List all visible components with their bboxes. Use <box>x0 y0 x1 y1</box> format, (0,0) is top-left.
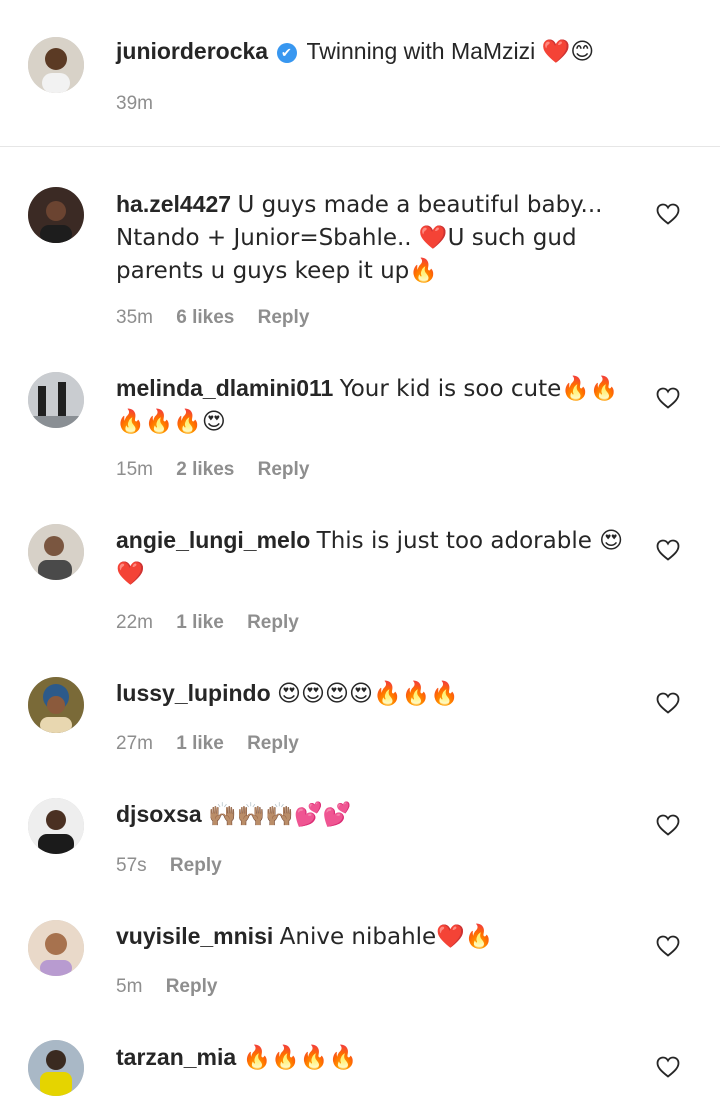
comment-meta: 22m 1 like Reply <box>116 612 317 634</box>
timestamp: 27m <box>116 733 153 754</box>
comment-meta: 35m 6 likes Reply <box>116 307 327 329</box>
avatar[interactable] <box>28 798 84 854</box>
avatar[interactable] <box>28 372 84 428</box>
comment-body: 🔥🔥🔥🔥 <box>242 1045 358 1071</box>
timestamp: 15m <box>116 459 153 480</box>
avatar[interactable] <box>28 1040 84 1096</box>
comment-text: tarzan_mia 🔥🔥🔥🔥 <box>116 1041 626 1074</box>
username[interactable]: angie_lungi_melo <box>116 527 310 553</box>
reply-button[interactable]: Reply <box>258 307 310 328</box>
heart-outline-icon[interactable] <box>656 203 680 225</box>
likes-count[interactable]: 6 likes <box>176 307 234 328</box>
username[interactable]: tarzan_mia <box>116 1044 236 1070</box>
heart-outline-icon[interactable] <box>656 814 680 836</box>
timestamp: 5m <box>116 976 143 997</box>
username[interactable]: vuyisile_mnisi <box>116 923 273 949</box>
avatar[interactable] <box>28 677 84 733</box>
timestamp: 22m <box>116 612 153 633</box>
reply-button[interactable]: Reply <box>166 976 218 997</box>
comment-text: lussy_lupindo 😍😍😍😍🔥🔥🔥 <box>116 677 626 710</box>
verified-badge-icon: ✔ <box>276 43 297 63</box>
comment-meta: 27m 1 like Reply <box>116 733 317 755</box>
comment-meta: 57s Reply <box>116 855 240 877</box>
comment-text: ha.zel4427 U guys made a beautiful baby.… <box>116 188 626 287</box>
heart-outline-icon[interactable] <box>656 692 680 714</box>
heart-outline-icon[interactable] <box>656 1056 680 1078</box>
likes-count[interactable]: 2 likes <box>176 459 234 480</box>
reply-button[interactable]: Reply <box>258 459 310 480</box>
reply-button[interactable]: Reply <box>170 855 222 876</box>
caption-text: juniorderocka ✔ Twinning with MaMzizi ❤️… <box>116 35 626 68</box>
avatar[interactable] <box>28 187 84 243</box>
post-caption: juniorderocka ✔ Twinning with MaMzizi ❤️… <box>0 0 720 147</box>
username[interactable]: ha.zel4427 <box>116 191 231 217</box>
comment-text: melinda_dlamini011 Your kid is soo cute🔥… <box>116 372 626 438</box>
heart-outline-icon[interactable] <box>656 539 680 561</box>
avatar[interactable] <box>28 920 84 976</box>
comment-body: Anive nibahle❤️🔥 <box>279 924 494 950</box>
comment-meta: 5m Reply <box>116 976 235 998</box>
reply-button[interactable]: Reply <box>247 733 299 754</box>
caption-body: Twinning with MaMzizi <box>306 38 536 64</box>
username[interactable]: melinda_dlamini011 <box>116 375 333 401</box>
username[interactable]: juniorderocka <box>116 38 268 64</box>
username[interactable]: lussy_lupindo <box>116 680 271 706</box>
caption-emoji: ❤️😊 <box>541 39 595 65</box>
heart-outline-icon[interactable] <box>656 387 680 409</box>
comment-text: vuyisile_mnisi Anive nibahle❤️🔥 <box>116 920 626 953</box>
comment-body: 🙌🏽🙌🏽🙌🏽💕💕 <box>208 802 352 828</box>
comment-text: djsoxsa 🙌🏽🙌🏽🙌🏽💕💕 <box>116 798 626 831</box>
heart-outline-icon[interactable] <box>656 935 680 957</box>
comment-text: angie_lungi_melo This is just too adorab… <box>116 524 626 590</box>
comment-body: 😍😍😍😍🔥🔥🔥 <box>277 681 459 707</box>
reply-button[interactable]: Reply <box>247 612 299 633</box>
timestamp: 35m <box>116 307 153 328</box>
comment-meta: 15m 2 likes Reply <box>116 459 327 481</box>
avatar[interactable] <box>28 524 84 580</box>
likes-count[interactable]: 1 like <box>176 733 224 754</box>
likes-count[interactable]: 1 like <box>176 612 224 633</box>
avatar[interactable] <box>28 37 84 93</box>
timestamp: 57s <box>116 855 147 876</box>
timestamp: 39m <box>116 93 153 114</box>
caption-meta: 39m <box>116 93 171 115</box>
username[interactable]: djsoxsa <box>116 801 202 827</box>
